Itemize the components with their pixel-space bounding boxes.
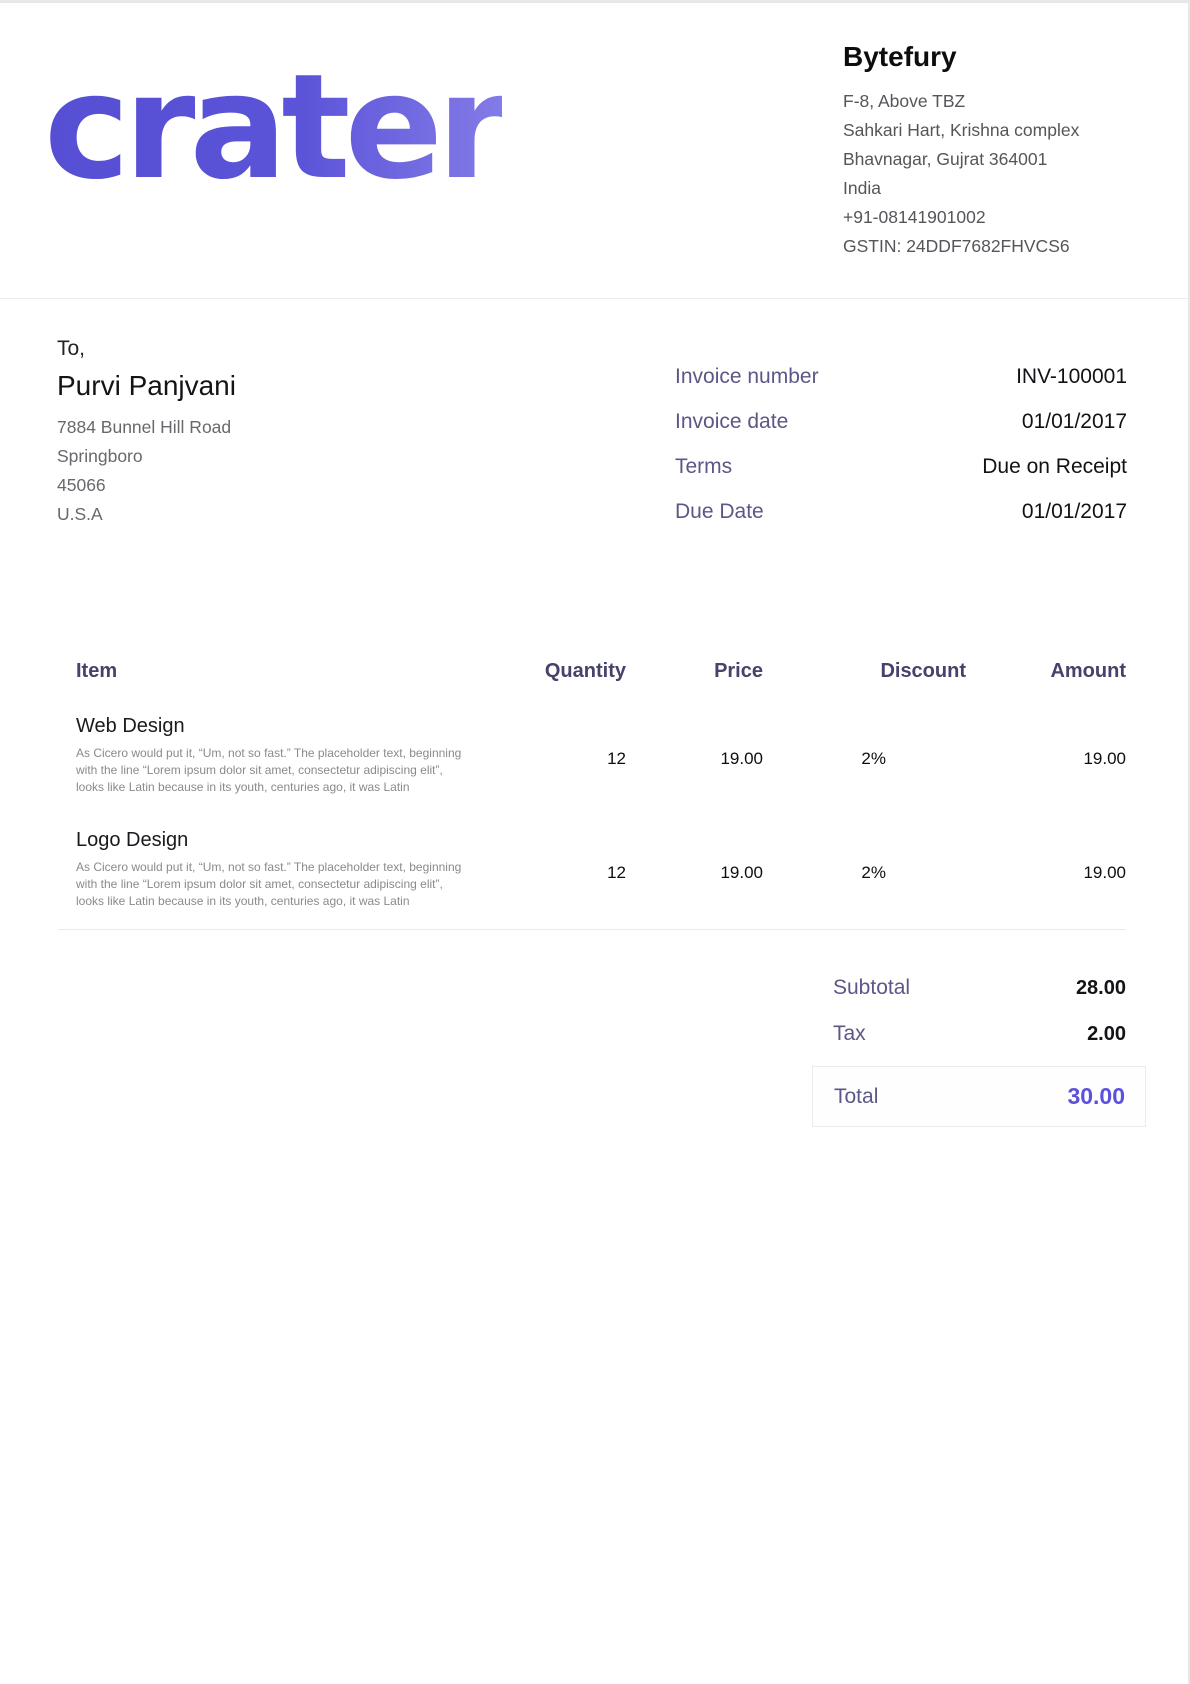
item-quantity: 12	[471, 749, 636, 769]
total-value: 30.00	[1067, 1083, 1125, 1110]
item-discount: 2%	[776, 863, 966, 883]
table-row: Web Design As Cicero would put it, “Um, …	[58, 689, 1126, 803]
total-box: Total 30.00	[812, 1066, 1146, 1127]
subtotal-row: Subtotal 28.00	[812, 965, 1146, 1011]
item-price: 19.00	[636, 863, 776, 883]
due-date-row: Due Date 01/01/2017	[675, 489, 1127, 534]
table-row: Logo Design As Cicero would put it, “Um,…	[58, 803, 1126, 917]
column-header-amount: Amount	[966, 660, 1126, 683]
invoice-date-row: Invoice date 01/01/2017	[675, 399, 1127, 444]
tax-label: Tax	[833, 1022, 866, 1046]
terms-value: Due on Receipt	[982, 455, 1127, 479]
tax-value: 2.00	[1087, 1023, 1126, 1046]
crater-logo: crater	[44, 55, 502, 200]
company-name: Bytefury	[843, 41, 1153, 73]
customer-name: Purvi Panjvani	[57, 370, 477, 402]
invoice-date-value: 01/01/2017	[1022, 410, 1127, 434]
invoice-number-row: Invoice number INV-100001	[675, 354, 1127, 399]
table-bottom-divider	[58, 929, 1126, 930]
terms-label: Terms	[675, 455, 732, 479]
item-amount: 19.00	[966, 749, 1126, 769]
total-label: Total	[834, 1085, 878, 1109]
invoice-number-label: Invoice number	[675, 365, 819, 389]
company-address-line: Bhavnagar, Gujrat 364001	[843, 145, 1153, 174]
customer-address-line: Springboro	[57, 442, 477, 471]
column-header-price: Price	[636, 660, 776, 683]
invoice-header: crater Bytefury F-8, Above TBZ Sahkari H…	[0, 3, 1188, 299]
column-header-quantity: Quantity	[471, 660, 636, 683]
invoice-page: crater Bytefury F-8, Above TBZ Sahkari H…	[0, 0, 1190, 1684]
item-discount: 2%	[776, 749, 966, 769]
tax-row: Tax 2.00	[812, 1011, 1146, 1057]
item-name: Web Design	[76, 715, 471, 738]
column-header-discount: Discount	[776, 660, 966, 683]
subtotal-label: Subtotal	[833, 976, 910, 1000]
invoice-number-value: INV-100001	[1016, 365, 1127, 389]
company-address: F-8, Above TBZ Sahkari Hart, Krishna com…	[843, 87, 1153, 261]
item-description: As Cicero would put it, “Um, not so fast…	[76, 859, 471, 910]
item-cell: Web Design As Cicero would put it, “Um, …	[58, 715, 471, 803]
invoice-meta: Invoice number INV-100001 Invoice date 0…	[675, 354, 1127, 534]
company-address-line: India	[843, 174, 1153, 203]
invoice-date-label: Invoice date	[675, 410, 788, 434]
item-description: As Cicero would put it, “Um, not so fast…	[76, 745, 471, 796]
customer-address-line: 7884 Bunnel Hill Road	[57, 413, 477, 442]
items-table: Item Quantity Price Discount Amount Web …	[58, 653, 1126, 930]
customer-address-line: 45066	[57, 471, 477, 500]
company-info: Bytefury F-8, Above TBZ Sahkari Hart, Kr…	[843, 41, 1153, 261]
subtotal-value: 28.00	[1076, 977, 1126, 1000]
customer-address-line: U.S.A	[57, 500, 477, 529]
item-cell: Logo Design As Cicero would put it, “Um,…	[58, 829, 471, 917]
company-address-line: F-8, Above TBZ	[843, 87, 1153, 116]
bill-to-label: To,	[57, 337, 477, 361]
column-header-item: Item	[58, 660, 471, 683]
due-date-label: Due Date	[675, 500, 764, 524]
item-amount: 19.00	[966, 863, 1126, 883]
items-table-header: Item Quantity Price Discount Amount	[58, 653, 1126, 689]
due-date-value: 01/01/2017	[1022, 500, 1127, 524]
customer-address: 7884 Bunnel Hill Road Springboro 45066 U…	[57, 413, 477, 529]
company-phone: +91-08141901002	[843, 203, 1153, 232]
totals-block: Subtotal 28.00 Tax 2.00 Total 30.00	[812, 965, 1146, 1127]
item-price: 19.00	[636, 749, 776, 769]
terms-row: Terms Due on Receipt	[675, 444, 1127, 489]
company-gstin: GSTIN: 24DDF7682FHVCS6	[843, 232, 1153, 261]
item-quantity: 12	[471, 863, 636, 883]
bill-to-block: To, Purvi Panjvani 7884 Bunnel Hill Road…	[57, 337, 477, 529]
company-address-line: Sahkari Hart, Krishna complex	[843, 116, 1153, 145]
item-name: Logo Design	[76, 829, 471, 852]
